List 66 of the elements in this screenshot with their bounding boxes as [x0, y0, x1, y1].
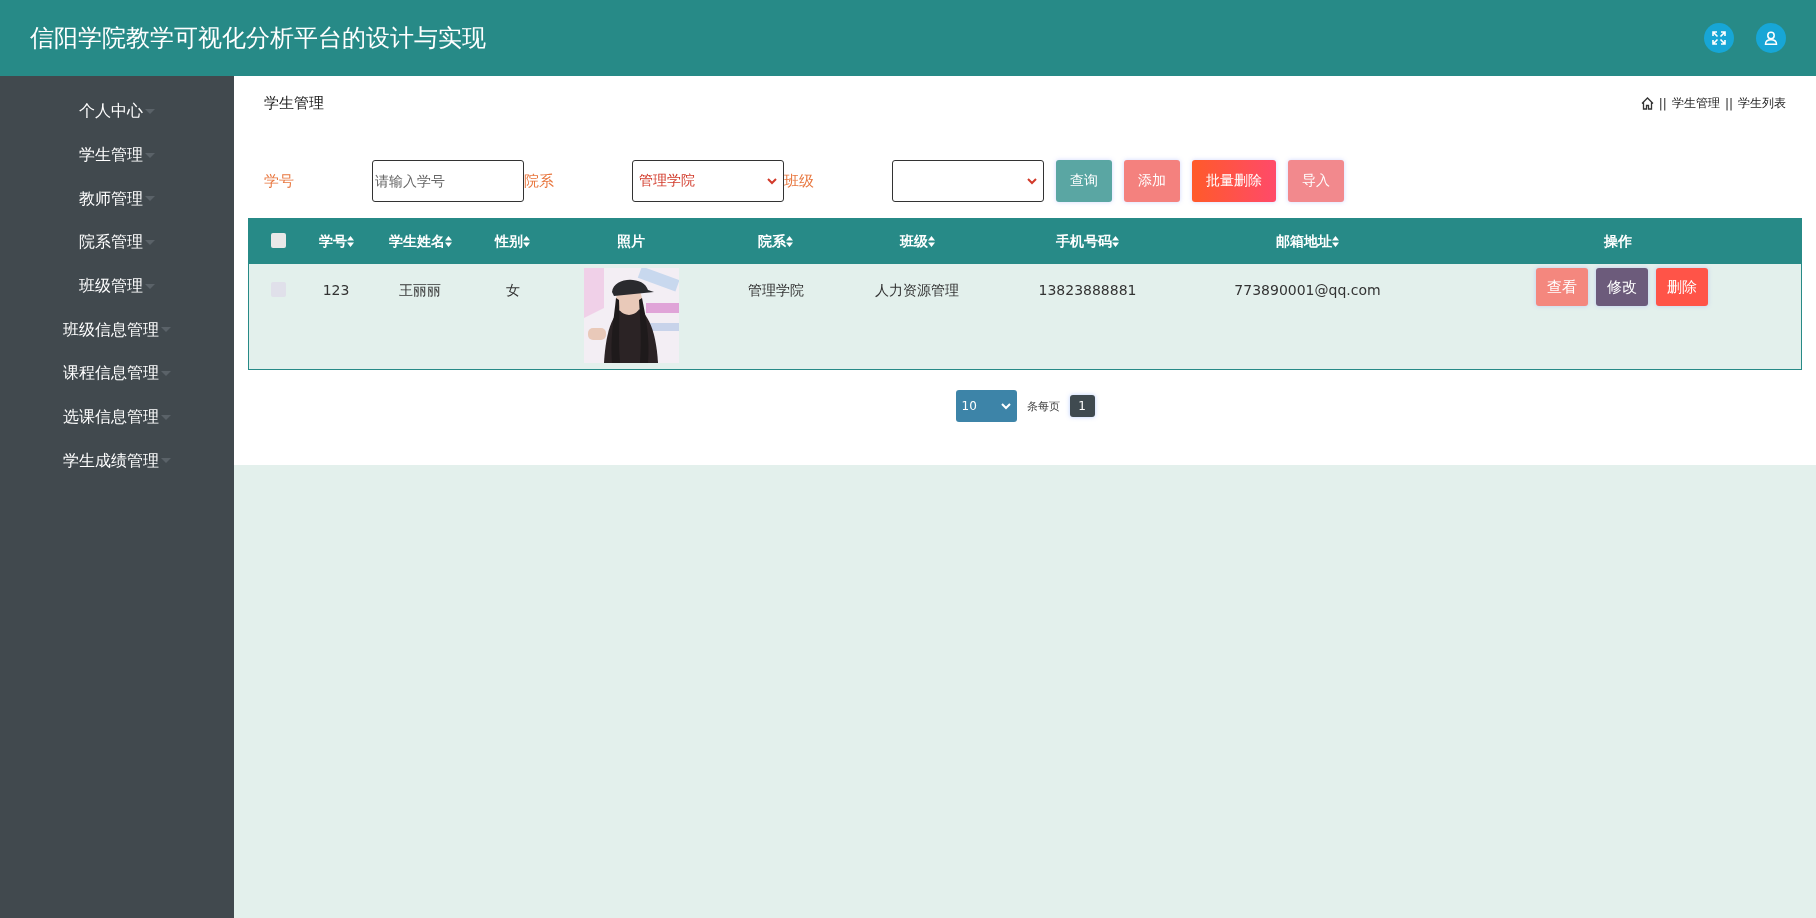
page-size-label: 条每页: [1026, 398, 1060, 414]
table-cell: 女: [505, 282, 520, 298]
breadcrumb-item[interactable]: 学生列表: [1738, 95, 1786, 112]
caret-icon: [145, 196, 155, 203]
page-size-select[interactable]: 10: [955, 390, 1017, 422]
chevron-down-icon: [1000, 402, 1011, 410]
filter-label: 学号: [264, 171, 295, 191]
sort-icon[interactable]: [444, 236, 452, 247]
select-all-checkbox[interactable]: [270, 232, 286, 248]
breadcrumb-item[interactable]: 学生管理: [1671, 95, 1720, 112]
sort-icon[interactable]: [927, 236, 935, 247]
column-header[interactable]: 院系: [758, 232, 786, 251]
app-title: 信阳学院教学可视化分析平台的设计与实现: [30, 23, 487, 54]
column-header[interactable]: 手机号码: [1056, 232, 1112, 251]
column-header: 操作: [1604, 232, 1632, 251]
sort-icon[interactable]: [523, 236, 530, 247]
column-header[interactable]: 班级: [899, 232, 928, 251]
caret-icon: [145, 239, 155, 246]
sort-icon[interactable]: [1112, 236, 1119, 247]
sidebar-item[interactable]: 课程信息管理: [63, 352, 171, 396]
student-id-field[interactable]: 请输入学号: [372, 160, 524, 202]
select-field[interactable]: 管理学院: [632, 160, 784, 202]
table-cell: 管理学院: [747, 282, 804, 298]
caret-icon: [145, 152, 155, 159]
sidebar-item[interactable]: 教师管理: [79, 177, 155, 222]
sort-icon[interactable]: [786, 236, 793, 247]
chevron-down-icon: [767, 177, 777, 185]
page-button[interactable]: 1: [1069, 395, 1095, 417]
user-icon[interactable]: [1756, 23, 1786, 53]
sidebar-item[interactable]: 班级信息管理: [63, 308, 171, 353]
home-icon[interactable]: [1640, 97, 1654, 110]
filter-label: 院系: [524, 171, 555, 191]
filter-label: 班级: [784, 171, 815, 191]
bulk-delete-button[interactable]: 批量删除: [1192, 160, 1276, 202]
breadcrumb-separator: ||: [1724, 96, 1733, 111]
column-header[interactable]: 邮箱地址: [1276, 232, 1332, 251]
table-cell: 王丽丽: [399, 282, 441, 298]
select-field[interactable]: [892, 160, 1044, 202]
breadcrumb-separator: ||: [1658, 96, 1667, 111]
sidebar-item[interactable]: 学生管理: [79, 133, 155, 178]
table-cell: 773890001@qq.com: [1234, 282, 1381, 298]
caret-icon: [145, 108, 155, 115]
delete-button[interactable]: 删除: [1656, 268, 1708, 306]
sidebar-item[interactable]: 个人中心: [79, 90, 155, 134]
column-header[interactable]: 性别: [495, 232, 523, 251]
caret-icon: [161, 327, 171, 334]
chevron-down-icon: [1027, 177, 1037, 185]
sidebar-item[interactable]: 选课信息管理: [63, 395, 171, 440]
sidebar-item[interactable]: 学生成绩管理: [63, 439, 171, 484]
edit-button[interactable]: 修改: [1596, 268, 1648, 306]
table-cell: 13823888881: [1038, 282, 1137, 298]
sidebar-item[interactable]: 院系管理: [79, 221, 155, 265]
sidebar-item[interactable]: 班级管理: [79, 264, 155, 309]
sort-icon[interactable]: [1332, 236, 1339, 247]
caret-icon: [161, 370, 171, 377]
caret-icon: [161, 458, 171, 465]
page-title: 学生管理: [264, 94, 324, 113]
table-cell: 123: [322, 282, 350, 298]
column-header: 照片: [617, 232, 645, 251]
table-cell: 人力资源管理: [875, 282, 959, 298]
fullscreen-icon[interactable]: [1704, 23, 1734, 53]
caret-icon: [161, 414, 171, 421]
add-button[interactable]: 添加: [1124, 160, 1180, 202]
sort-icon[interactable]: [346, 236, 354, 247]
search-button[interactable]: 查询: [1056, 160, 1112, 202]
caret-icon: [145, 283, 155, 290]
